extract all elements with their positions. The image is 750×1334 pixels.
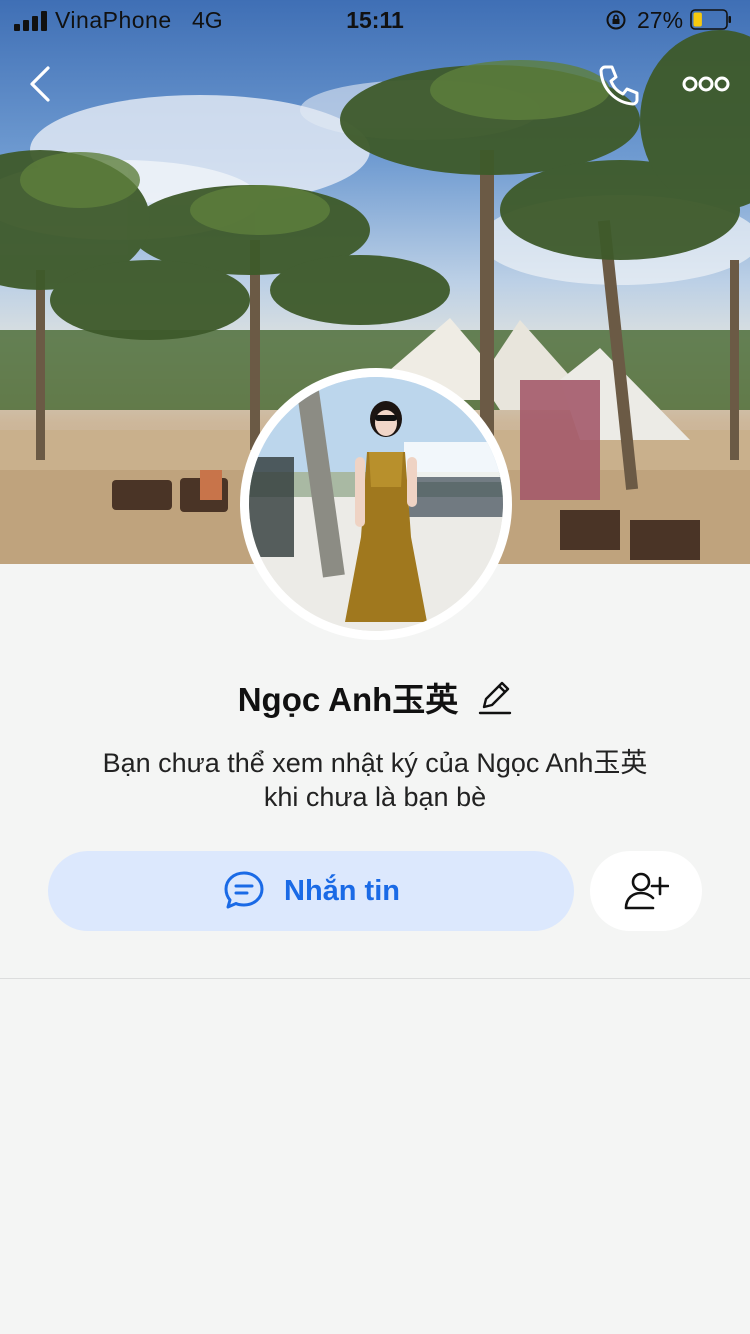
profile-name: Ngọc Anh玉英 <box>237 681 459 718</box>
battery-icon <box>690 9 731 30</box>
battery-percent: 27% <box>637 7 684 33</box>
section-divider <box>0 978 750 979</box>
phone-icon <box>599 65 639 106</box>
message-button[interactable]: Nhắn tin <box>48 851 574 931</box>
profile-name-row: Ngọc Anh玉英 <box>0 672 750 722</box>
diary-locked-notice: Bạn chưa thể xem nhật ký của Ngọc Anh玉英 … <box>40 746 710 814</box>
chevron-left-icon <box>30 66 50 102</box>
more-options-button[interactable] <box>680 66 732 102</box>
rotation-lock-icon <box>606 10 626 30</box>
profile-screen: VinaPhone 4G 15:11 27% Ngọc Anh玉英 Bạn ch… <box>0 0 750 1334</box>
status-bar: VinaPhone 4G 15:11 27% <box>0 0 750 40</box>
call-button[interactable] <box>596 62 642 108</box>
back-button[interactable] <box>22 62 62 106</box>
avatar-photo <box>249 377 503 631</box>
add-friend-icon <box>624 872 669 910</box>
more-dots-icon <box>682 76 730 92</box>
notice-line-1: Bạn chưa thể xem nhật ký của Ngọc Anh玉英 <box>102 748 648 778</box>
notice-line-2: khi chưa là bạn bè <box>263 782 487 812</box>
chat-bubble-icon <box>224 871 264 909</box>
pencil-icon[interactable] <box>476 677 512 717</box>
profile-avatar[interactable] <box>240 368 512 640</box>
message-button-label: Nhắn tin <box>284 874 400 907</box>
add-friend-button[interactable] <box>590 851 702 931</box>
